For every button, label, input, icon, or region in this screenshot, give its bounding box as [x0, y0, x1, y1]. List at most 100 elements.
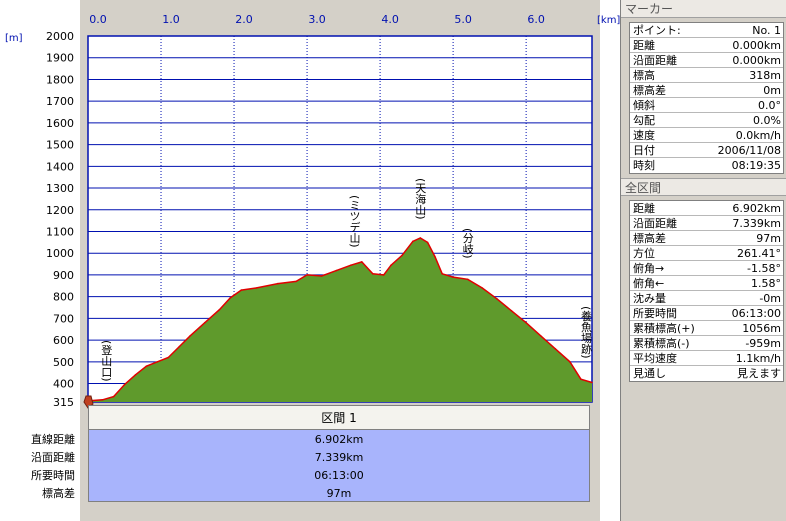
x-tick-label: 4.0 [381, 13, 399, 26]
elevation-point [382, 274, 385, 276]
elevation-point [112, 395, 115, 398]
marker-row: 標高差 0m [630, 83, 783, 98]
section-value-surface-distance: 7.339km [314, 450, 364, 464]
marker-row: ポイント: No. 1 [630, 23, 783, 38]
total-value: 見えます [737, 367, 781, 380]
marker-value: 0m [763, 83, 781, 97]
x-unit-label: [km] [597, 15, 620, 26]
total-label: 沈み量 [633, 291, 666, 305]
total-row: 見通し 見えます [630, 366, 783, 381]
marker-row: 時刻 08:19:35 [630, 158, 783, 173]
marker-label: 時刻 [633, 159, 655, 172]
waypoint-label: (ミツデ山) [348, 195, 361, 248]
marker-value: 0.0° [758, 98, 781, 112]
waypoint-label: (養魚場跡) [580, 306, 593, 359]
y-tick-label: 600 [53, 334, 74, 347]
y-tick-label: 1400 [46, 160, 74, 173]
elevation-point [591, 381, 593, 384]
marker-label: 沿面距離 [633, 53, 677, 67]
y-tick-label: 1300 [46, 182, 74, 195]
elevation-point [189, 335, 191, 337]
marker-label: 標高 [633, 68, 655, 82]
elevation-point [218, 308, 221, 311]
marker-panel-title: マーカー [621, 0, 786, 18]
marker-label: 勾配 [633, 113, 655, 127]
marker-label: ポイント: [633, 23, 681, 37]
elevation-chart[interactable]: 2000 1900 1800 1700 1600 1500 1400 1300 1200 1100… [0, 0, 620, 521]
elevation-point [554, 348, 557, 350]
marker-label: 標高差 [633, 83, 666, 97]
y-tick-label: 1000 [46, 247, 74, 260]
marker-label: 速度 [633, 128, 655, 142]
marker-value: 0.000km [732, 53, 781, 67]
marker-row: 距離 0.000km [630, 38, 783, 53]
total-row: 俯角← 1.58° [630, 276, 783, 291]
section-label-surface-distance: 沿面距離 [31, 451, 75, 464]
section-value-duration: 06:13:00 [314, 468, 364, 482]
elevation-point [466, 278, 469, 281]
section-header[interactable]: 区間 1 [88, 405, 590, 430]
elevation-point [229, 296, 232, 299]
elevation-point [335, 269, 338, 272]
total-label: 所要時間 [633, 306, 677, 320]
marker-row: 沿面距離 0.000km [630, 53, 783, 68]
elevation-point [101, 399, 104, 401]
elevation-point [134, 374, 137, 376]
info-panel: マーカー ポイント: No. 1 距離 0.000km 沿面距離 0.000km 標高 318… [620, 0, 786, 521]
marker-panel: ポイント: No. 1 距離 0.000km 沿面距離 0.000km 標高 318m 標高差 0… [629, 22, 784, 174]
elevation-point [167, 356, 170, 359]
y-tick-label: 1800 [46, 73, 74, 86]
total-value: -0m [759, 291, 781, 305]
total-value: 1056m [742, 321, 781, 335]
marker-row: 勾配 0.0% [630, 113, 783, 128]
marker-row: 傾斜 0.0° [630, 98, 783, 113]
total-label: 方位 [633, 246, 655, 260]
total-row: 俯角→ -1.58° [630, 261, 783, 276]
y-tick-label: 700 [53, 312, 74, 325]
y-tick-label: 1600 [46, 117, 74, 130]
elevation-point [350, 264, 352, 267]
marker-value: 2006/11/08 [717, 143, 781, 157]
y-tick-label: 800 [53, 291, 74, 304]
total-label: 平均速度 [633, 351, 677, 365]
elevation-point [419, 237, 422, 239]
marker-value: 0.0km/h [735, 128, 781, 142]
y-tick-label: 2000 [46, 30, 74, 43]
total-value: 6.902km [732, 201, 781, 215]
section-value-distance: 6.902km [314, 432, 364, 446]
total-row: 標高差 97m [630, 231, 783, 246]
total-row: 平均速度 1.1km/h [630, 351, 783, 366]
marker-label: 傾斜 [633, 98, 655, 112]
elevation-point [204, 321, 206, 324]
marker-row: 速度 0.0km/h [630, 128, 783, 143]
marker-label: 日付 [633, 143, 655, 157]
elevation-point [452, 276, 454, 278]
elevation-point [295, 280, 297, 283]
elevation-point [496, 298, 498, 300]
total-row: 方位 261.41° [630, 246, 783, 261]
elevation-point [426, 241, 429, 244]
y-tick-label: 1700 [46, 95, 74, 108]
total-panel-title: 全区間 [621, 178, 786, 196]
section-label-duration: 所要時間 [31, 469, 75, 482]
elevation-point [390, 264, 392, 267]
elevation-point [539, 335, 542, 337]
marker-value: 08:19:35 [731, 159, 781, 172]
total-label: 見通し [633, 367, 666, 380]
marker-value: 318m [749, 68, 781, 82]
waypoint-label: (分岐) [461, 228, 474, 259]
total-row: 沿面距離 7.339km [630, 216, 783, 231]
marker-value: No. 1 [752, 23, 781, 37]
x-tick-label: 3.0 [308, 13, 326, 26]
elevation-point [525, 321, 527, 324]
elevation-point [510, 310, 513, 312]
total-label: 沿面距離 [633, 216, 677, 230]
elevation-point [481, 287, 484, 289]
total-label: 俯角→ [633, 261, 665, 275]
total-value: -959m [745, 336, 781, 350]
x-tick-label: 6.0 [527, 13, 545, 26]
total-row: 累積標高(+) 1056m [630, 321, 783, 336]
total-value: 06:13:00 [731, 306, 781, 320]
total-row: 距離 6.902km [630, 201, 783, 216]
total-value: 261.41° [737, 246, 781, 260]
